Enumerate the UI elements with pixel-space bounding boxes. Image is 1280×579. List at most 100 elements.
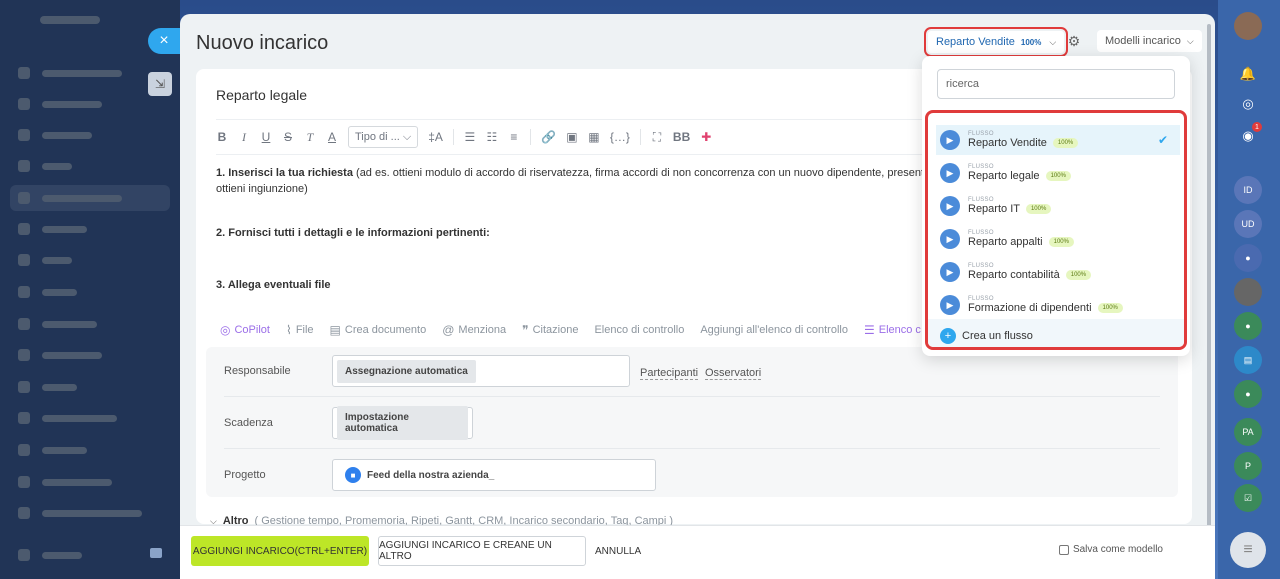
- clear-format-button[interactable]: T: [304, 130, 316, 145]
- image-icon[interactable]: ▣: [566, 130, 578, 144]
- add-checklist-button[interactable]: Aggiungi all'elenco di controllo: [700, 324, 848, 336]
- user-avatar[interactable]: [1234, 12, 1262, 40]
- flow-selector[interactable]: Reparto Vendite 100% ⌵: [923, 27, 1069, 57]
- editor-actions: ◎ CoPilot ⌇ File ▤ Crea documento @ Menziona…: [220, 323, 921, 337]
- underline-button[interactable]: U: [260, 130, 272, 144]
- style-select-label: Tipo di ...: [355, 131, 400, 143]
- file-button[interactable]: ⌇ File: [286, 323, 314, 337]
- flow-name: Reparto IT: [968, 203, 1020, 215]
- menu-icon: [18, 98, 30, 110]
- collapse-icon[interactable]: ⇲: [148, 72, 172, 96]
- sidebar-item[interactable]: [18, 317, 158, 331]
- ai-image-icon[interactable]: ✚: [700, 130, 712, 144]
- flow-item[interactable]: ▶ FLUSSO Reparto appalti 100%: [936, 224, 1180, 254]
- flow-item[interactable]: ▶ FLUSSO Reparto IT 100%: [936, 191, 1180, 221]
- task-title-input[interactable]: Reparto legale: [216, 87, 307, 103]
- deadline-field[interactable]: Impostazione automatica: [332, 406, 473, 440]
- sidebar-item[interactable]: [18, 66, 158, 80]
- templates-button[interactable]: Modelli incarico ⌵: [1097, 30, 1202, 52]
- project-label: Progetto: [224, 469, 266, 481]
- bell-icon[interactable]: 🔔: [1236, 62, 1260, 86]
- create-flow-button[interactable]: + Crea un flusso: [928, 319, 1184, 347]
- sidebar-item[interactable]: [18, 548, 158, 562]
- style-select[interactable]: Tipo di ... ⌵: [348, 126, 419, 148]
- gear-icon[interactable]: ⚙: [1066, 33, 1082, 49]
- sidebar-item[interactable]: [18, 159, 158, 173]
- strikethrough-button[interactable]: S: [282, 130, 294, 144]
- quote-button[interactable]: ❞ Citazione: [522, 323, 578, 337]
- responsible-field[interactable]: Assegnazione automatica: [332, 355, 630, 387]
- avatar-initials[interactable]: P: [1234, 452, 1262, 480]
- flow-item[interactable]: ▶ FLUSSO Reparto contabilità 100%: [936, 257, 1180, 287]
- add-task-and-new-button[interactable]: AGGIUNGI INCARICO E CREANE UN ALTRO: [378, 536, 586, 566]
- sidebar-item[interactable]: [18, 443, 158, 457]
- chat-avatar[interactable]: ▤: [1234, 346, 1262, 374]
- ordered-list-icon[interactable]: ☰: [464, 130, 476, 144]
- menu-icon: [18, 254, 30, 266]
- sidebar-item[interactable]: [18, 253, 158, 267]
- close-icon[interactable]: ×: [148, 28, 180, 54]
- plus-icon: +: [940, 328, 956, 344]
- sidebar-item[interactable]: [18, 380, 158, 394]
- bullet-list-icon[interactable]: ☷: [486, 130, 498, 144]
- templates-label: Modelli incarico: [1105, 35, 1181, 47]
- checklist-button[interactable]: Elenco di controllo: [594, 324, 684, 336]
- sidebar-item[interactable]: [18, 222, 158, 236]
- responsible-chip[interactable]: Assegnazione automatica: [337, 359, 476, 383]
- link-icon[interactable]: 🔗: [541, 130, 556, 144]
- avatar-initials[interactable]: UD: [1234, 210, 1262, 238]
- user-avatar[interactable]: [1234, 278, 1262, 306]
- menu-icon[interactable]: ≡: [1230, 532, 1266, 568]
- sidebar-item[interactable]: [18, 475, 158, 489]
- item-1-heading: 1. Inserisci la tua richiesta: [216, 167, 353, 179]
- mention-button[interactable]: @ Menziona: [442, 323, 506, 337]
- avatar-initials[interactable]: ID: [1234, 176, 1262, 204]
- sidebar-item-active[interactable]: [10, 185, 170, 211]
- printer-icon[interactable]: [150, 548, 162, 558]
- font-size-button[interactable]: ‡A: [428, 130, 443, 144]
- flow-item[interactable]: ▶ FLUSSO Reparto Vendite 100% ✔: [936, 125, 1180, 155]
- sidebar-item[interactable]: [18, 411, 158, 425]
- bold-button[interactable]: B: [216, 130, 228, 144]
- fullscreen-icon[interactable]: ⛶: [651, 130, 663, 145]
- check-icon: ✔: [1157, 133, 1168, 147]
- cancel-button[interactable]: ANNULLA: [595, 546, 641, 557]
- copilot-button[interactable]: ◎ CoPilot: [220, 323, 270, 337]
- sidebar-item[interactable]: [18, 128, 158, 142]
- sidebar-item[interactable]: [18, 348, 158, 362]
- code-block-button[interactable]: {…}: [610, 130, 630, 144]
- copilot-icon[interactable]: ◎: [1236, 92, 1260, 116]
- sidebar-item[interactable]: [18, 285, 158, 299]
- participants-link[interactable]: Partecipanti: [640, 367, 699, 380]
- deadline-chip[interactable]: Impostazione automatica: [337, 406, 468, 440]
- flow-icon: ▶: [940, 295, 960, 315]
- align-icon[interactable]: ≡: [508, 130, 520, 144]
- group-avatar[interactable]: ●: [1234, 312, 1262, 340]
- sidebar-item[interactable]: [18, 506, 158, 520]
- toolbar-divider: [452, 129, 454, 145]
- flow-search-input[interactable]: ricerca: [937, 69, 1175, 99]
- flow-badge: 100%: [1045, 171, 1071, 181]
- tasks-avatar[interactable]: ☑: [1234, 484, 1262, 512]
- table-icon[interactable]: ▦: [588, 130, 600, 144]
- group-avatar[interactable]: ●: [1234, 380, 1262, 408]
- flow-name: Reparto contabilità: [968, 269, 1060, 281]
- observers-link[interactable]: Osservatori: [705, 367, 762, 380]
- italic-button[interactable]: I: [238, 130, 250, 145]
- bbcode-button[interactable]: BB: [673, 130, 690, 144]
- scrollbar[interactable]: [1207, 24, 1211, 544]
- project-chip[interactable]: ■ Feed della nostra azienda_: [337, 461, 503, 489]
- text-color-button[interactable]: A: [326, 130, 338, 144]
- sidebar-item[interactable]: [18, 97, 158, 111]
- item-1-text-line2: ottieni ingiunzione): [216, 183, 308, 195]
- project-field[interactable]: ■ Feed della nostra azienda_: [332, 459, 656, 491]
- flow-item[interactable]: ▶ FLUSSO Formazione di dipendenti 100%: [936, 290, 1180, 320]
- add-task-button[interactable]: AGGIUNGI INCARICO(CTRL+ENTER): [191, 536, 369, 566]
- save-template-checkbox[interactable]: Salva come modello: [1058, 544, 1163, 555]
- flow-item[interactable]: ▶ FLUSSO Reparto legale 100%: [936, 158, 1180, 188]
- avatar-initials[interactable]: PA: [1234, 418, 1262, 446]
- checkbox[interactable]: [1058, 544, 1069, 555]
- create-document-button[interactable]: ▤ Crea documento: [330, 323, 427, 337]
- group-avatar[interactable]: ●: [1234, 244, 1262, 272]
- checklist-ai-button[interactable]: ☰ Elenco c: [864, 323, 921, 337]
